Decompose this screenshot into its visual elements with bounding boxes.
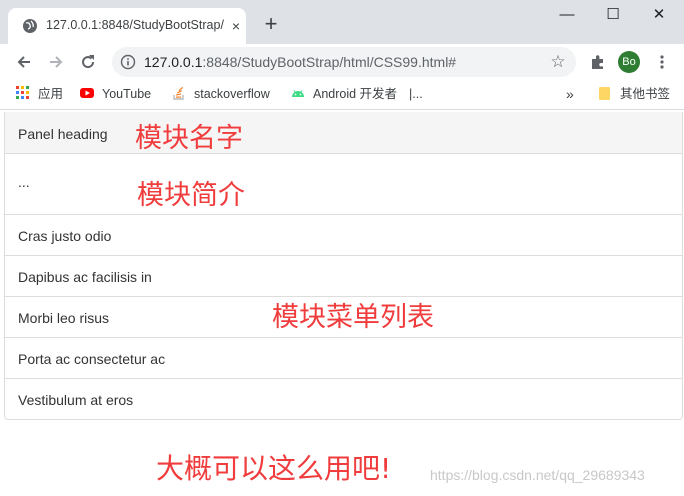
list-item: Cras justo odio [5, 214, 682, 255]
panel-body-text: ... [18, 174, 30, 190]
back-button[interactable] [12, 50, 36, 74]
bookmarks-bar: 应用 YouTube stackoverflow Android 开发者 |..… [0, 80, 684, 110]
globe-icon [23, 19, 37, 33]
reload-button[interactable] [76, 50, 100, 74]
annotation-footer-note: 大概可以这么用吧! [156, 452, 392, 485]
bookmark-stackoverflow-label: stackoverflow [194, 87, 270, 101]
bookmarks-overflow-button[interactable]: » [566, 86, 574, 104]
list-item: Porta ac consectetur ac [5, 337, 682, 378]
bookmark-apps-label: 应用 [38, 87, 64, 101]
puzzle-icon [592, 55, 603, 69]
star-icon[interactable]: ☆ [548, 52, 568, 72]
bookmark-apps[interactable]: 应用 [16, 86, 63, 104]
bookmark-youtube[interactable]: YouTube [80, 86, 151, 104]
watermark: https://blog.csdn.net/qq_29689343 [430, 467, 645, 483]
address-host: 127.0.0.1 [144, 54, 203, 70]
list-item-text: Dapibus ac facilisis in [18, 269, 152, 285]
stackoverflow-icon [173, 86, 184, 100]
arrow-left-icon [17, 56, 30, 68]
maximize-button[interactable]: ☐ [590, 4, 636, 28]
extensions-button[interactable] [586, 50, 610, 74]
apps-grid-icon [16, 86, 29, 99]
list-item: Dapibus ac facilisis in [5, 255, 682, 296]
new-tab-button[interactable]: + [260, 13, 282, 36]
bookmark-other-label: 其他书签 [620, 87, 671, 101]
list-item: Vestibulum at eros [5, 378, 682, 419]
address-path: :8848/StudyBootStrap/html/CSS99.html# [202, 54, 457, 70]
panel: Panel heading ... Cras justo odio Dapibu… [4, 112, 683, 420]
menu-button[interactable] [650, 50, 674, 74]
tab-close-icon[interactable]: × [228, 18, 244, 34]
browser-toolbar: 127.0.0.1:8848/StudyBootStrap/html/CSS99… [0, 44, 684, 80]
reload-icon [82, 55, 95, 69]
profile-avatar[interactable]: Bo [618, 51, 640, 73]
kebab-menu-icon [660, 55, 664, 69]
bookmark-youtube-label: YouTube [102, 87, 152, 101]
list-item-text: Cras justo odio [18, 228, 112, 244]
youtube-icon [80, 88, 94, 98]
info-icon[interactable] [120, 54, 136, 70]
address-url[interactable]: 127.0.0.1:8848/StudyBootStrap/html/CSS99… [144, 54, 456, 70]
arrow-right-icon [50, 56, 63, 68]
forward-button[interactable] [44, 50, 68, 74]
panel-heading: Panel heading [5, 112, 682, 154]
annotation-heading-note: 模块名字 [135, 123, 243, 154]
tab-title: 127.0.0.1:8848/StudyBootStrap/html/CSS99… [46, 18, 224, 32]
annotation-body-note: 模块简介 [137, 180, 245, 211]
close-window-button[interactable]: ✕ [636, 4, 682, 28]
list-item-text: Porta ac consectetur ac [18, 351, 166, 367]
bookmark-android-label: Android 开发者 [313, 87, 398, 101]
browser-tab[interactable]: 127.0.0.1:8848/StudyBootStrap/html/CSS99… [8, 8, 246, 44]
bookmark-stackoverflow[interactable]: stackoverflow [172, 86, 270, 104]
annotation-list-note: 模块菜单列表 [272, 302, 434, 333]
android-icon [292, 90, 304, 97]
list-item-text: Vestibulum at eros [18, 392, 134, 408]
tab-strip: 127.0.0.1:8848/StudyBootStrap/html/CSS99… [0, 0, 684, 44]
bookmark-more-items[interactable]: |... [409, 86, 423, 104]
list-item-text: Morbi leo risus [18, 310, 110, 326]
panel-heading-text: Panel heading [18, 126, 108, 142]
address-bar[interactable]: 127.0.0.1:8848/StudyBootStrap/html/CSS99… [112, 47, 576, 77]
folder-icon [599, 87, 610, 100]
minimize-button[interactable]: — [544, 4, 590, 28]
bookmark-android[interactable]: Android 开发者 [291, 86, 397, 104]
bookmark-other[interactable]: 其他书签 [598, 86, 670, 104]
